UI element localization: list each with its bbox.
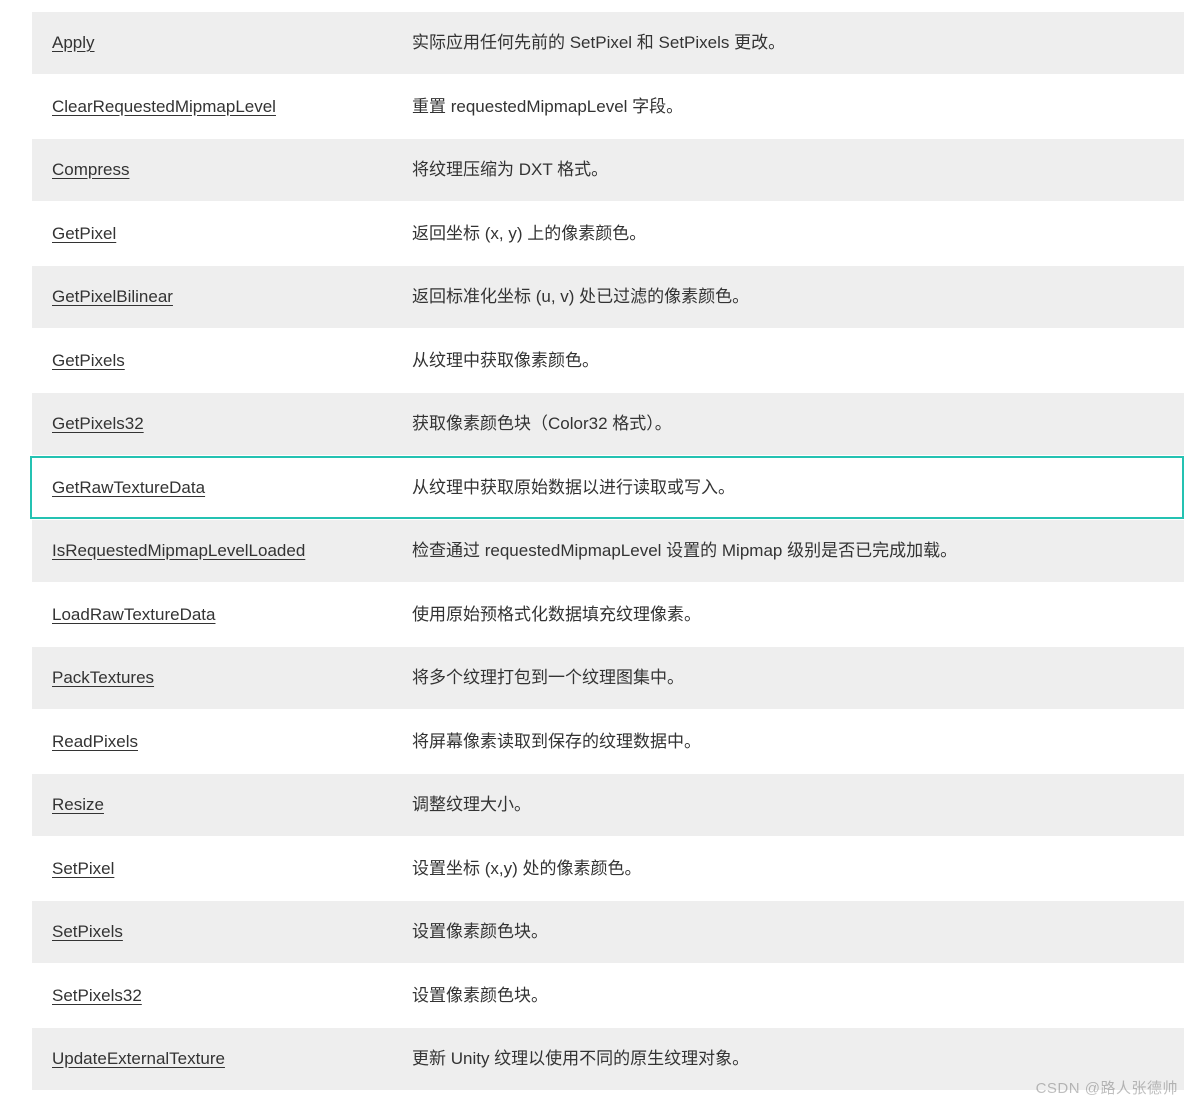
method-link[interactable]: GetRawTextureData (52, 478, 205, 497)
method-name-cell: GetPixels32 (32, 393, 392, 455)
method-name-cell: LoadRawTextureData (32, 584, 392, 646)
method-link[interactable]: Compress (52, 160, 129, 179)
method-name-cell: Resize (32, 774, 392, 836)
method-description-cell: 重置 requestedMipmapLevel 字段。 (392, 76, 1184, 138)
method-name-cell: GetPixels (32, 330, 392, 392)
table-row: ReadPixels 将屏幕像素读取到保存的纹理数据中。 (32, 711, 1184, 773)
method-name-cell: SetPixels32 (32, 965, 392, 1027)
method-link[interactable]: LoadRawTextureData (52, 605, 215, 624)
table-row: GetPixels 从纹理中获取像素颜色。 (32, 330, 1184, 392)
method-description-cell: 返回标准化坐标 (u, v) 处已过滤的像素颜色。 (392, 266, 1184, 328)
method-link[interactable]: ReadPixels (52, 732, 138, 751)
method-description-cell: 调整纹理大小。 (392, 774, 1184, 836)
method-description-cell: 从纹理中获取原始数据以进行读取或写入。 (392, 457, 1184, 519)
table-row: SetPixels 设置像素颜色块。 (32, 901, 1184, 963)
method-link[interactable]: GetPixel (52, 224, 116, 243)
method-description-cell: 检查通过 requestedMipmapLevel 设置的 Mipmap 级别是… (392, 520, 1184, 582)
table-row: GetPixels32 获取像素颜色块（Color32 格式）。 (32, 393, 1184, 455)
method-name-cell: SetPixel (32, 838, 392, 900)
method-link[interactable]: Resize (52, 795, 104, 814)
method-name-cell: IsRequestedMipmapLevelLoaded (32, 520, 392, 582)
method-link[interactable]: SetPixels32 (52, 986, 142, 1005)
method-link[interactable]: ClearRequestedMipmapLevel (52, 97, 276, 116)
table-row: GetPixelBilinear 返回标准化坐标 (u, v) 处已过滤的像素颜色… (32, 266, 1184, 328)
method-name-cell: GetPixel (32, 203, 392, 265)
method-description-cell: 实际应用任何先前的 SetPixel 和 SetPixels 更改。 (392, 12, 1184, 74)
table-row: SetPixels32 设置像素颜色块。 (32, 965, 1184, 1027)
method-link[interactable]: GetPixelBilinear (52, 287, 173, 306)
table-row: UpdateExternalTexture 更新 Unity 纹理以使用不同的原生… (32, 1028, 1184, 1090)
method-description-cell: 将纹理压缩为 DXT 格式。 (392, 139, 1184, 201)
table-row: GetRawTextureData 从纹理中获取原始数据以进行读取或写入。 (32, 457, 1184, 519)
page: Apply实际应用任何先前的 SetPixel 和 SetPixels 更改。C… (0, 0, 1184, 1112)
method-description-cell: 使用原始预格式化数据填充纹理像素。 (392, 584, 1184, 646)
method-link[interactable]: GetPixels (52, 351, 125, 370)
table-row: Apply 实际应用任何先前的 SetPixel 和 SetPixels 更改。 (32, 12, 1184, 74)
method-name-cell: UpdateExternalTexture (32, 1028, 392, 1090)
table-row: ClearRequestedMipmapLevel 重置 requestedMip… (32, 76, 1184, 138)
method-name-cell: Compress (32, 139, 392, 201)
method-link[interactable]: IsRequestedMipmapLevelLoaded (52, 541, 305, 560)
method-description-cell: 从纹理中获取像素颜色。 (392, 330, 1184, 392)
table-row: GetPixel 返回坐标 (x, y) 上的像素颜色。 (32, 203, 1184, 265)
method-link[interactable]: SetPixels (52, 922, 123, 941)
method-description-cell: 更新 Unity 纹理以使用不同的原生纹理对象。 (392, 1028, 1184, 1090)
method-link[interactable]: UpdateExternalTexture (52, 1049, 225, 1068)
method-name-cell: SetPixels (32, 901, 392, 963)
method-description-cell: 设置像素颜色块。 (392, 901, 1184, 963)
method-description-cell: 将多个纹理打包到一个纹理图集中。 (392, 647, 1184, 709)
method-name-cell: GetRawTextureData (32, 457, 392, 519)
table-row: LoadRawTextureData 使用原始预格式化数据填充纹理像素。 (32, 584, 1184, 646)
method-link[interactable]: SetPixel (52, 859, 114, 878)
method-description-cell: 获取像素颜色块（Color32 格式）。 (392, 393, 1184, 455)
table-row: SetPixel 设置坐标 (x,y) 处的像素颜色。 (32, 838, 1184, 900)
methods-table: Apply实际应用任何先前的 SetPixel 和 SetPixels 更改。C… (32, 10, 1184, 1092)
method-link[interactable]: GetPixels32 (52, 414, 144, 433)
method-name-cell: Apply (32, 12, 392, 74)
method-name-cell: PackTextures (32, 647, 392, 709)
table-row: Compress 将纹理压缩为 DXT 格式。 (32, 139, 1184, 201)
table-row: PackTextures 将多个纹理打包到一个纹理图集中。 (32, 647, 1184, 709)
method-link[interactable]: Apply (52, 33, 95, 52)
method-name-cell: GetPixelBilinear (32, 266, 392, 328)
method-name-cell: ReadPixels (32, 711, 392, 773)
method-link[interactable]: PackTextures (52, 668, 154, 687)
method-name-cell: ClearRequestedMipmapLevel (32, 76, 392, 138)
table-row: IsRequestedMipmapLevelLoaded 检查通过 request… (32, 520, 1184, 582)
method-description-cell: 返回坐标 (x, y) 上的像素颜色。 (392, 203, 1184, 265)
method-description-cell: 设置坐标 (x,y) 处的像素颜色。 (392, 838, 1184, 900)
table-row: Resize 调整纹理大小。 (32, 774, 1184, 836)
method-description-cell: 将屏幕像素读取到保存的纹理数据中。 (392, 711, 1184, 773)
method-description-cell: 设置像素颜色块。 (392, 965, 1184, 1027)
